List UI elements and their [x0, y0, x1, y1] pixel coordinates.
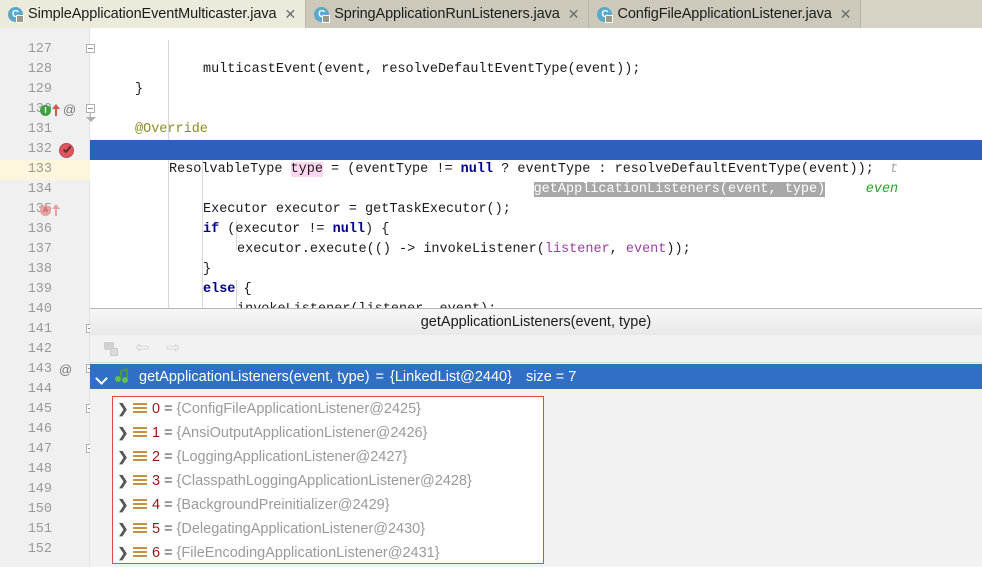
- code-line-135: 135 if (executor != null) {: [0, 180, 982, 237]
- list-item[interactable]: ❯ 1 = {AnsiOutputApplicationListener@242…: [113, 421, 543, 445]
- breakpoint-verified-icon[interactable]: [59, 143, 74, 158]
- fold-marker-collapsed[interactable]: [86, 44, 95, 53]
- item-equals: =: [164, 473, 173, 489]
- item-index: 6: [152, 545, 161, 561]
- back-arrow-icon[interactable]: ⇦: [135, 340, 152, 357]
- item-equals: =: [164, 545, 173, 561]
- list-item[interactable]: ❯ 5 = {DelegatingApplicationListener@243…: [113, 517, 543, 541]
- popup-toolbar: ⇦ ⇨: [90, 335, 982, 363]
- code-line-130: 130 @Override: [0, 80, 982, 137]
- implements-method-icon[interactable]: [40, 105, 51, 116]
- watch-expression-icon: [114, 367, 131, 384]
- code-line-138: 138 else {: [0, 240, 982, 297]
- chevron-right-icon[interactable]: ❯: [113, 473, 133, 489]
- chevron-right-icon[interactable]: ❯: [113, 497, 133, 513]
- list-item[interactable]: ❯ 4 = {BackgroundPreinitializer@2429}: [113, 493, 543, 517]
- item-value: {LoggingApplicationListener@2427}: [176, 449, 408, 465]
- code-line-139: 139 invokeListener(listener, event);: [0, 260, 982, 317]
- item-equals: =: [164, 401, 173, 417]
- override-at-icon[interactable]: @: [59, 363, 72, 377]
- item-index: 5: [152, 521, 161, 537]
- fold-marker-expanded[interactable]: [86, 104, 95, 113]
- ide-window: SimpleApplicationEventMulticaster.java ✕…: [0, 0, 982, 567]
- result-expression: getApplicationListeners(event, type): [139, 368, 370, 385]
- chevron-down-icon[interactable]: [96, 371, 108, 383]
- array-element-icon: [133, 474, 147, 488]
- chevron-right-icon[interactable]: ❯: [113, 521, 133, 537]
- item-index: 2: [152, 449, 161, 465]
- show-frames-icon[interactable]: [104, 340, 121, 357]
- line-number: 152: [27, 542, 52, 557]
- item-index: 1: [152, 425, 161, 441]
- popup-title-bar: getApplicationListeners(event, type): [90, 309, 982, 336]
- code-line-132: 132 ResolvableType type = (eventType != …: [0, 120, 982, 177]
- list-item[interactable]: ❯ 2 = {LoggingApplicationListener@2427}: [113, 445, 543, 469]
- popup-title: getApplicationListeners(event, type): [420, 314, 652, 330]
- override-arrow-icon[interactable]: [52, 104, 60, 116]
- code-line-127: 127 multicastEvent(event, resolveDefault…: [0, 20, 982, 77]
- forward-arrow-icon[interactable]: ⇨: [166, 340, 183, 357]
- chevron-right-icon[interactable]: ❯: [113, 449, 133, 465]
- chevron-right-icon[interactable]: ❯: [113, 401, 133, 417]
- item-value: {ClasspathLoggingApplicationListener@242…: [176, 473, 472, 489]
- result-equals: =: [375, 368, 384, 385]
- lambda-marker-icon[interactable]: [40, 205, 51, 216]
- result-value: {LinkedList@2440}: [390, 368, 512, 385]
- lambda-arrow-icon[interactable]: [52, 204, 60, 216]
- item-index: 0: [152, 401, 161, 417]
- override-at-icon[interactable]: @: [63, 103, 76, 117]
- array-element-icon: [133, 546, 147, 560]
- code-line-129: 129: [0, 60, 982, 97]
- item-equals: =: [164, 497, 173, 513]
- code-line-137: 137 }: [0, 220, 982, 277]
- array-element-icon: [133, 522, 147, 536]
- item-value: {FileEncodingApplicationListener@2431}: [176, 545, 440, 561]
- array-element-icon: [133, 402, 147, 416]
- item-index: 4: [152, 497, 161, 513]
- code-line-133: 133 for (final ApplicationListener<?> li…: [0, 140, 982, 197]
- array-element-icon: [133, 450, 147, 464]
- item-index: 3: [152, 473, 161, 489]
- item-equals: =: [164, 449, 173, 465]
- item-value: {AnsiOutputApplicationListener@2426}: [176, 425, 428, 441]
- array-element-icon: [133, 498, 147, 512]
- code-line-140: 140 }: [0, 280, 982, 337]
- code-line-136: 136 executor.execute(() -> invokeListene…: [0, 200, 982, 257]
- code-line-134: 134 Executor executor = getTaskExecutor(…: [0, 160, 982, 217]
- item-equals: =: [164, 521, 173, 537]
- list-item[interactable]: ❯ 0 = {ConfigFileApplicationListener@242…: [113, 397, 543, 421]
- array-element-icon: [133, 426, 147, 440]
- item-value: {BackgroundPreinitializer@2429}: [176, 497, 390, 513]
- code-line-131: 131 public void multicastEvent(final App…: [0, 100, 982, 157]
- code-line-128: 128 }: [0, 40, 982, 97]
- chevron-right-icon[interactable]: ❯: [113, 425, 133, 441]
- result-size: size = 7: [525, 368, 577, 385]
- evaluation-result-row[interactable]: getApplicationListeners(event, type) = {…: [90, 364, 982, 389]
- item-value: {ConfigFileApplicationListener@2425}: [176, 401, 422, 417]
- debug-value-popup: getApplicationListeners(event, type) ⇦ ⇨…: [90, 308, 982, 567]
- list-elements-box: ❯ 0 = {ConfigFileApplicationListener@242…: [112, 396, 544, 564]
- list-item[interactable]: ❯ 3 = {ClasspathLoggingApplicationListen…: [113, 469, 543, 493]
- item-value: {DelegatingApplicationListener@2430}: [176, 521, 426, 537]
- chevron-right-icon[interactable]: ❯: [113, 545, 133, 561]
- item-equals: =: [164, 425, 173, 441]
- list-item[interactable]: ❯ 6 = {FileEncodingApplicationListener@2…: [113, 541, 543, 565]
